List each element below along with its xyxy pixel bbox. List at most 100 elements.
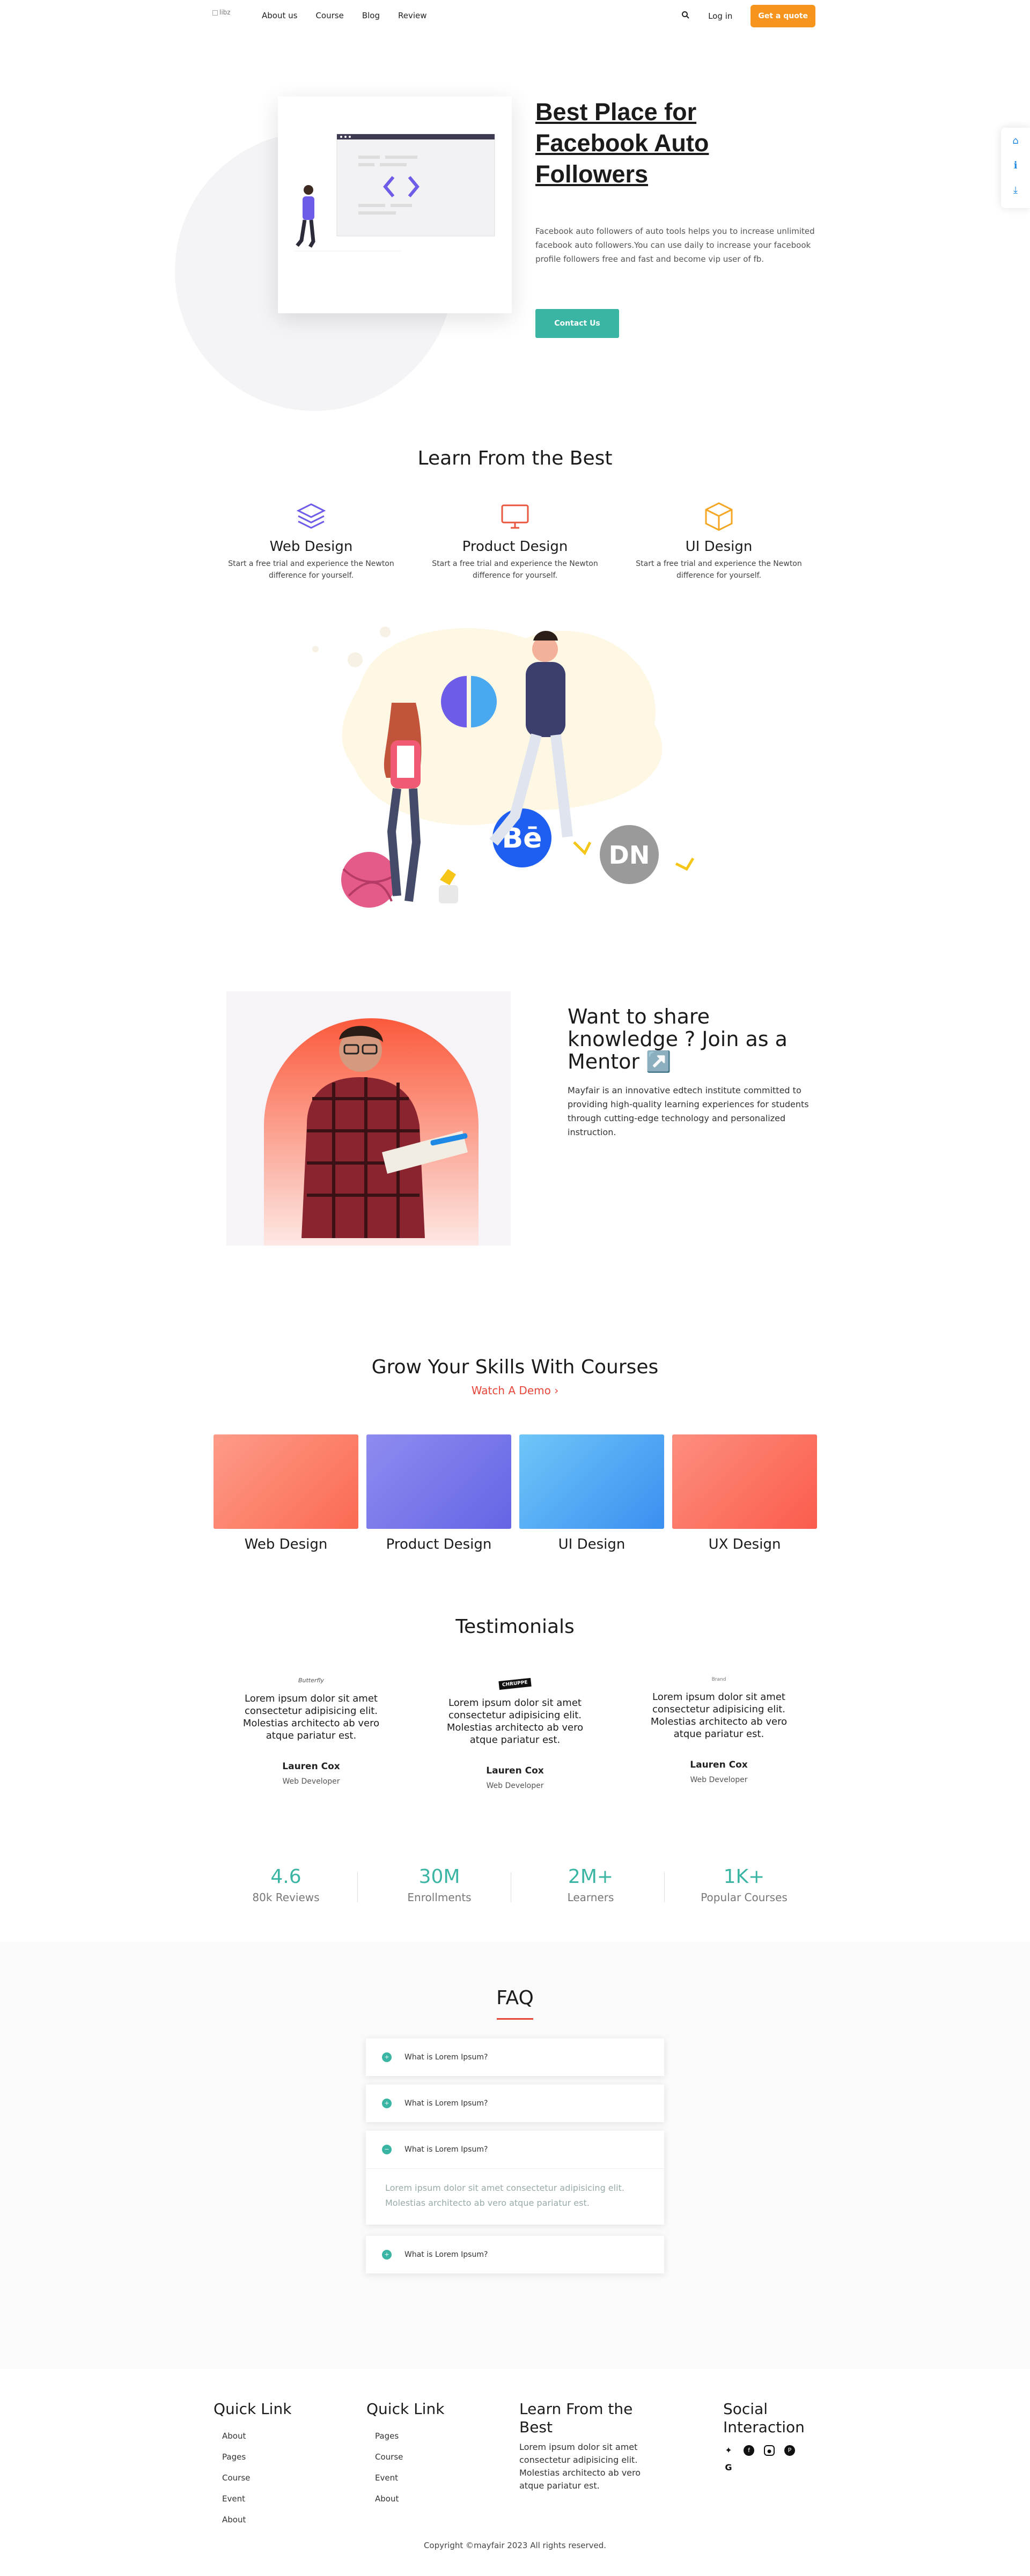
plus-icon: +: [382, 2052, 392, 2062]
course-card-product-design[interactable]: Product Design: [366, 1434, 511, 1552]
footer-text: Lorem ipsum dolor sit amet consectetur a…: [519, 2442, 641, 2491]
facebook-icon[interactable]: f: [744, 2445, 754, 2456]
stat-label: Learners: [567, 1891, 614, 1904]
course-label: UI Design: [558, 1536, 626, 1552]
faq-item[interactable]: + What is Lorem Ipsum?: [366, 2085, 664, 2122]
watch-demo-link[interactable]: Watch A Demo ›: [0, 1384, 1030, 1397]
feature-title: Product Design: [462, 539, 568, 555]
course-label: Product Design: [386, 1536, 492, 1552]
footer-link[interactable]: About: [375, 2489, 444, 2509]
course-card-web-design[interactable]: Web Design: [214, 1434, 358, 1552]
testimonials-section-title: Testimonials: [455, 1616, 575, 1638]
faq-item[interactable]: + What is Lorem Ipsum?: [366, 2236, 664, 2273]
course-card-ux-design[interactable]: UX Design: [672, 1434, 817, 1552]
course-card-ui-design[interactable]: UI Design: [519, 1434, 664, 1552]
course-label: Web Design: [244, 1536, 328, 1552]
faq-question: What is Lorem Ipsum?: [404, 2145, 488, 2154]
home-icon[interactable]: ⌂: [1001, 130, 1030, 152]
courses-section-title: Grow Your Skills With Courses: [371, 1356, 659, 1378]
course-label: UX Design: [708, 1536, 781, 1552]
course-thumbnail: [672, 1434, 817, 1529]
top-nav: libz About us Course Blog Review Log in …: [0, 0, 1030, 33]
faq-title-underline: [497, 2018, 533, 2020]
mentor-image: [226, 991, 511, 1246]
pinterest-icon[interactable]: P: [784, 2445, 795, 2456]
nav-link-course[interactable]: Course: [315, 11, 343, 20]
faq-item-expanded[interactable]: − What is Lorem Ipsum? Lorem ipsum dolor …: [366, 2131, 664, 2225]
nav-link-blog[interactable]: Blog: [362, 11, 380, 20]
testimonial-quote: Lorem ipsum dolor sit amet consectetur a…: [446, 1697, 584, 1746]
team-illustration: Bē DN: [312, 627, 695, 908]
side-widget: ⌂ ℹ ⤓: [1001, 128, 1030, 208]
stat-label: Enrollments: [407, 1891, 472, 1904]
company-logo: Butterfly: [298, 1677, 325, 1684]
footer-link[interactable]: Pages: [375, 2426, 444, 2447]
testimonial-role: Web Developer: [282, 1777, 340, 1786]
mentor-title: Want to share knowledge ? Join as a Ment…: [568, 1005, 788, 1073]
login-link[interactable]: Log in: [708, 11, 732, 21]
faq-question: What is Lorem Ipsum?: [404, 2053, 488, 2062]
testimonial-quote: Lorem ipsum dolor sit amet consectetur a…: [650, 1691, 788, 1740]
feature-web-design: Web Design Start a free trial and experi…: [215, 501, 408, 582]
faq-item[interactable]: + What is Lorem Ipsum?: [366, 2038, 664, 2076]
testimonial-card: Butterfly Lorem ipsum dolor sit amet con…: [231, 1677, 392, 1786]
footer-link[interactable]: Course: [375, 2447, 444, 2468]
stat-label: Popular Courses: [701, 1891, 788, 1904]
hero-illustration: [278, 97, 512, 313]
footer-link[interactable]: About: [222, 2509, 291, 2530]
footer-col-quick-link: Quick Link About Pages Course Event Abou…: [214, 2400, 291, 2530]
footer-link[interactable]: Pages: [222, 2447, 291, 2468]
course-thumbnail: [214, 1434, 358, 1529]
stat-reviews: 4.6 80k Reviews: [209, 1866, 363, 1904]
instagram-icon[interactable]: ●: [764, 2445, 775, 2456]
box-icon: [705, 502, 733, 531]
search-icon[interactable]: [681, 11, 690, 21]
company-logo: CHRUPPE: [435, 1677, 595, 1690]
nav-link-about[interactable]: About us: [262, 11, 297, 20]
nav-link-review[interactable]: Review: [398, 11, 427, 20]
stat-number: 4.6: [270, 1866, 301, 1888]
mentor-description: Mayfair is an innovative edtech institut…: [568, 1085, 809, 1137]
get-quote-button[interactable]: Get a quote: [751, 5, 815, 27]
stat-number: 30M: [418, 1866, 460, 1888]
google-icon[interactable]: G: [723, 2462, 734, 2473]
testimonial-role: Web Developer: [690, 1776, 748, 1784]
course-thumbnail: [519, 1434, 664, 1529]
testimonial-quote: Lorem ipsum dolor sit amet consectetur a…: [242, 1693, 380, 1741]
hero-title: Best Place for Facebook Auto Followers: [535, 98, 709, 188]
course-thumbnail: [366, 1434, 511, 1529]
stat-divider: [357, 1872, 358, 1902]
footer-col-title: Quick Link: [214, 2400, 292, 2418]
faq-title: FAQ: [496, 1987, 534, 2009]
feature-desc: Start a free trial and experience the Ne…: [636, 560, 802, 580]
logo[interactable]: libz: [212, 9, 231, 16]
feature-title: Web Design: [269, 539, 353, 555]
download-icon[interactable]: ⤓: [1001, 179, 1030, 202]
footer-col-title: Quick Link: [366, 2400, 445, 2418]
plus-icon: +: [382, 2250, 392, 2259]
faq-question: What is Lorem Ipsum?: [404, 2250, 488, 2259]
layers-icon: [296, 503, 326, 529]
stat-number: 1K+: [723, 1866, 765, 1888]
footer-col-quick-link-2: Quick Link Pages Course Event About: [366, 2400, 444, 2509]
testimonial-name: Lauren Cox: [690, 1760, 748, 1770]
twitter-icon[interactable]: ✦: [723, 2445, 734, 2456]
footer-link[interactable]: Course: [222, 2468, 291, 2489]
stat-divider: [664, 1872, 665, 1902]
info-icon[interactable]: ℹ: [1001, 154, 1030, 177]
faq-answer: Lorem ipsum dolor sit amet consectetur a…: [366, 2168, 664, 2225]
feature-product-design: Product Design Start a free trial and ex…: [418, 501, 612, 582]
feature-desc: Start a free trial and experience the Ne…: [432, 560, 598, 580]
copyright-text: Copyright ©mayfair 2023 All rights reser…: [423, 2541, 607, 2550]
plus-icon: +: [382, 2099, 392, 2108]
footer-col-title: Learn From the Best: [519, 2400, 633, 2436]
footer-link[interactable]: About: [222, 2426, 291, 2447]
footer-col-learn: Learn From the Best Lorem ipsum dolor si…: [519, 2400, 648, 2492]
dn-badge: DN: [609, 841, 650, 870]
hero-description: Facebook auto followers of auto tools he…: [535, 226, 815, 264]
footer-col-title: Social Interaction: [723, 2400, 805, 2436]
contact-us-button[interactable]: Contact Us: [535, 309, 619, 338]
footer-link[interactable]: Event: [375, 2468, 444, 2489]
monitor-icon: [501, 504, 529, 529]
footer-link[interactable]: Event: [222, 2489, 291, 2509]
